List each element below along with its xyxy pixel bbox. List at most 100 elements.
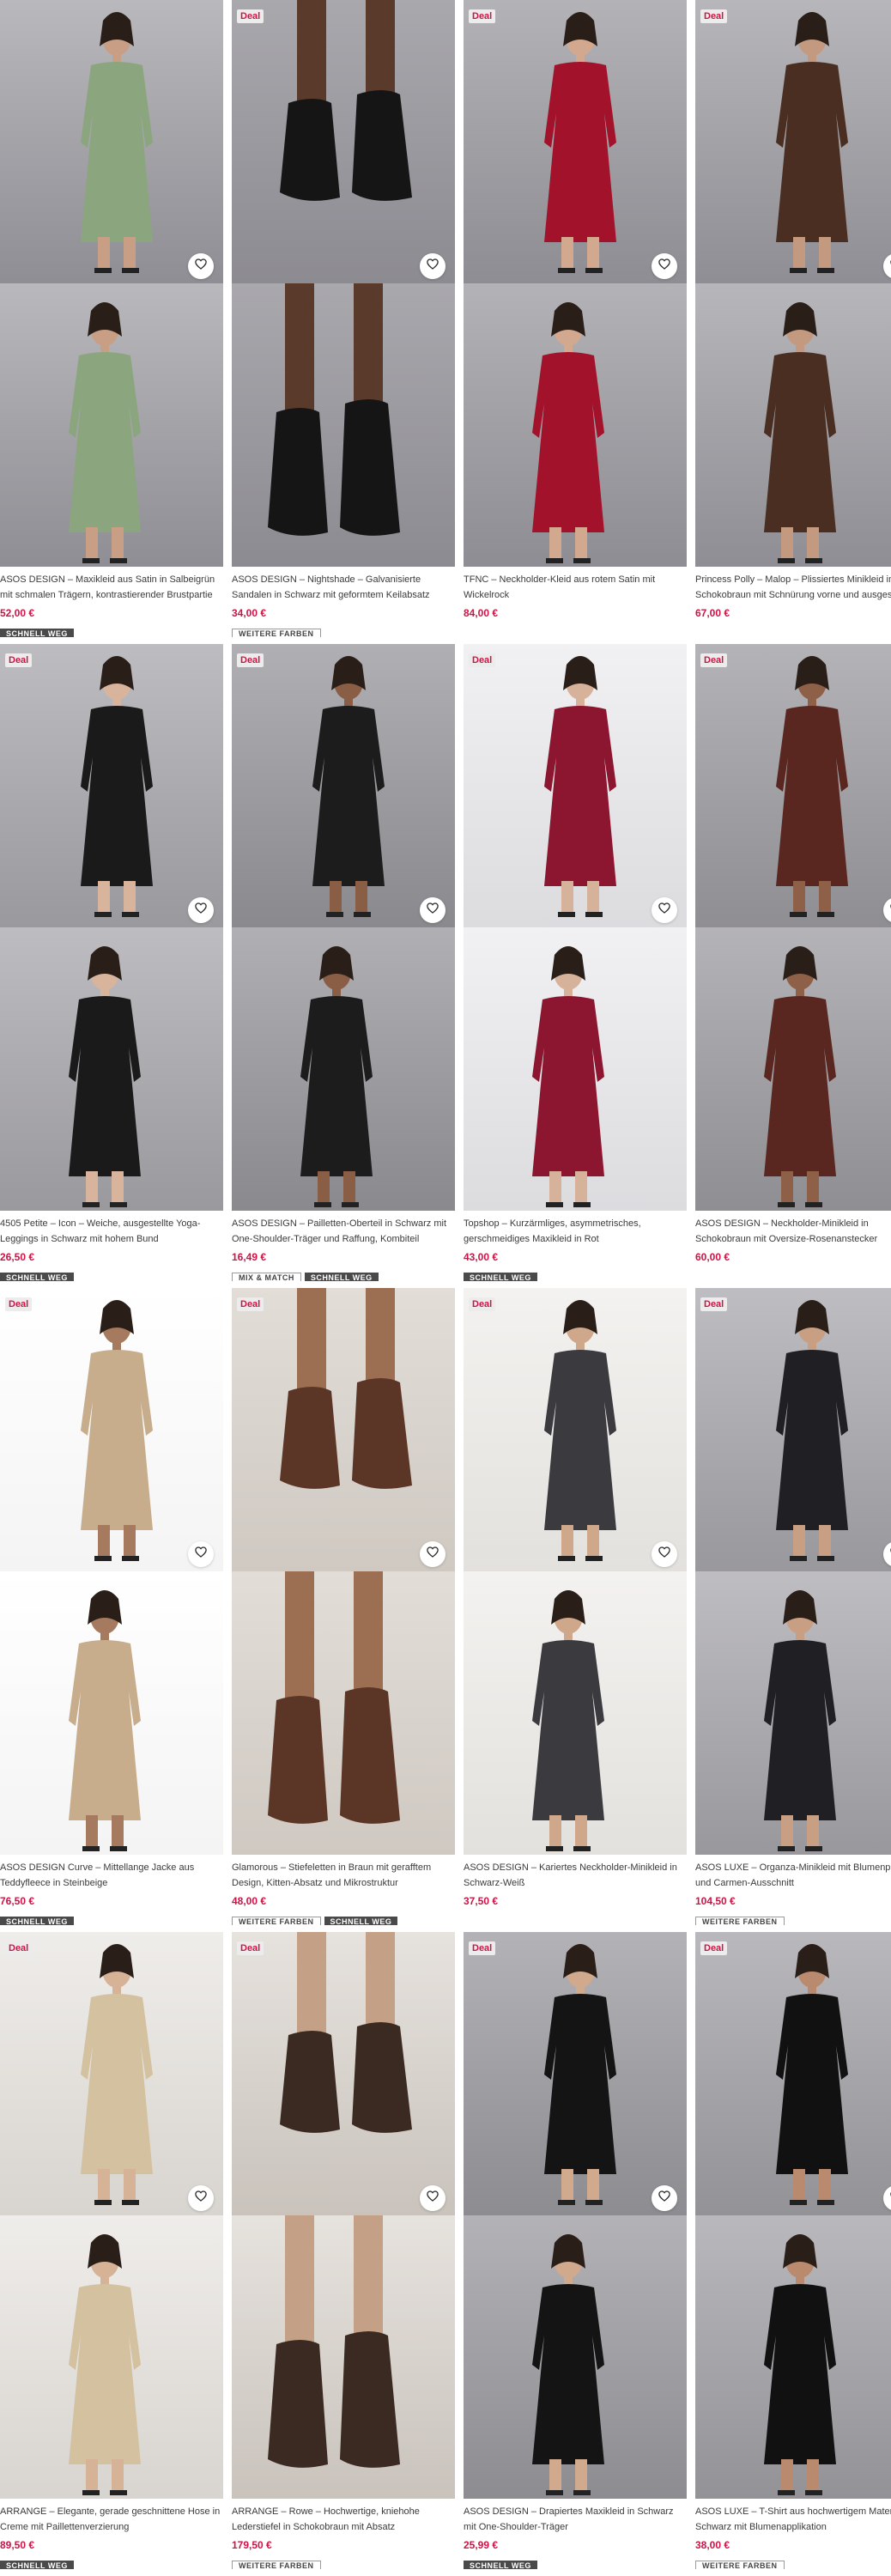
heart-icon bbox=[195, 2190, 207, 2206]
product-image[interactable]: Deal bbox=[232, 644, 455, 1211]
wishlist-button[interactable] bbox=[420, 253, 446, 279]
product-tags: WEITERE FARBEN SCHNELL WEG bbox=[232, 1913, 455, 1925]
product-price: 38,00 € bbox=[695, 2539, 730, 2551]
product-title[interactable]: ASOS DESIGN – Neckholder-Minikleid in Sch… bbox=[695, 1216, 891, 1249]
product-image[interactable]: Deal bbox=[695, 0, 891, 567]
heart-icon bbox=[195, 1546, 207, 1562]
product-tags: SCHNELL WEG bbox=[464, 1269, 687, 1281]
deal-badge: Deal bbox=[5, 1941, 33, 1955]
product-title[interactable]: Glamorous – Stiefeletten in Braun mit ge… bbox=[232, 1860, 455, 1893]
product-title[interactable]: ASOS DESIGN – Pailletten-Oberteil in Sch… bbox=[232, 1216, 455, 1249]
deal-badge: Deal bbox=[5, 653, 33, 667]
product-title-line: Teddyfleece in Steinbeige bbox=[0, 1878, 108, 1888]
product-price: 89,50 € bbox=[0, 2539, 35, 2551]
product-tag: SCHNELL WEG bbox=[0, 629, 74, 637]
product-title[interactable]: ASOS LUXE – T-Shirt aus hochwertigem Mat… bbox=[695, 2504, 891, 2537]
wishlist-button[interactable] bbox=[188, 2185, 214, 2211]
product-image[interactable]: Deal bbox=[464, 1932, 687, 2499]
product-image[interactable]: Deal bbox=[695, 644, 891, 1211]
product-title[interactable]: ASOS DESIGN – Drapiertes Maxikleid in Sc… bbox=[464, 2504, 687, 2537]
product-title-line: und Carmen-Ausschnitt bbox=[695, 1878, 794, 1888]
product-title-line: Schwarz-Weiß bbox=[464, 1878, 525, 1888]
product-image[interactable]: Deal bbox=[464, 0, 687, 567]
product-title-line: Creme mit Paillettenverzierung bbox=[0, 2522, 130, 2532]
product-image[interactable]: Deal bbox=[232, 0, 455, 567]
wishlist-button[interactable] bbox=[420, 2185, 446, 2211]
product-title[interactable]: ARRANGE – Elegante, gerade geschnittene … bbox=[0, 2504, 223, 2537]
product-image[interactable]: Deal bbox=[232, 1932, 455, 2499]
product-card[interactable]: Deal ASOS DESIGN – Drapiertes Maxikleid i… bbox=[464, 1932, 687, 2569]
product-image[interactable]: Deal bbox=[0, 644, 223, 1211]
product-image[interactable]: Deal bbox=[464, 644, 687, 1211]
product-title-line: Lederstiefel in Schokobraun mit Absatz bbox=[232, 2522, 396, 2532]
product-card[interactable]: Deal ASOS DESIGN Curve – Mittellange Jack… bbox=[0, 1288, 223, 1925]
heart-icon bbox=[195, 902, 207, 918]
product-title[interactable]: Princess Polly – Malop – Plissiertes Min… bbox=[695, 572, 891, 605]
heart-icon bbox=[427, 902, 439, 918]
deal-badge: Deal bbox=[700, 1297, 728, 1311]
product-title-line: Wickelrock bbox=[464, 590, 510, 600]
product-price: 37,50 € bbox=[464, 1895, 499, 1907]
product-title-line: Glamorous – Stiefeletten in Braun mit ge… bbox=[232, 1862, 432, 1873]
product-tag: SCHNELL WEG bbox=[0, 1273, 74, 1281]
wishlist-button[interactable] bbox=[652, 1541, 677, 1567]
product-title[interactable]: 4505 Petite – Icon – Weiche, ausgestellt… bbox=[0, 1216, 223, 1249]
product-price: 48,00 € bbox=[232, 1895, 267, 1907]
product-image[interactable]: Deal bbox=[0, 1288, 223, 1855]
product-title-line: mit schmalen Trägern, kontrastierender B… bbox=[0, 590, 213, 600]
product-card[interactable]: Deal ASOS DESIGN – Nightshade – Galvanisi… bbox=[232, 0, 455, 637]
product-card[interactable]: Deal ARRANGE – Rowe – Hochwertige, knieho… bbox=[232, 1932, 455, 2569]
product-card[interactable]: Deal 4505 Petite – Icon – Weiche, ausgest… bbox=[0, 644, 223, 1281]
product-title-line: Leggings in Schwarz mit hohem Bund bbox=[0, 1234, 159, 1244]
product-card[interactable]: Deal Glamorous – Stiefeletten in Braun mi… bbox=[232, 1288, 455, 1925]
product-title[interactable]: ASOS DESIGN – Nightshade – Galvanisierte… bbox=[232, 572, 455, 605]
product-card[interactable]: Deal TFNC – Neckholder-Kleid aus rotem Sa… bbox=[464, 0, 687, 637]
product-title[interactable]: ASOS DESIGN – Maxikleid aus Satin in Sal… bbox=[0, 572, 223, 605]
product-tags: WEITERE FARBEN bbox=[232, 2557, 455, 2569]
product-price: 60,00 € bbox=[695, 1251, 730, 1263]
product-card[interactable]: Deal ASOS LUXE – T-Shirt aus hochwertigem… bbox=[695, 1932, 891, 2569]
deal-badge: Deal bbox=[237, 1941, 264, 1955]
product-title[interactable]: Topshop – Kurzärmliges, asymmetrisches, g… bbox=[464, 1216, 687, 1249]
product-title[interactable]: TFNC – Neckholder-Kleid aus rotem Satin … bbox=[464, 572, 687, 605]
wishlist-button[interactable] bbox=[652, 2185, 677, 2211]
deal-badge: Deal bbox=[237, 653, 264, 667]
product-price: 179,50 € bbox=[232, 2539, 272, 2551]
wishlist-button[interactable] bbox=[420, 1541, 446, 1567]
product-card[interactable]: Deal ASOS DESIGN – Pailletten-Oberteil in… bbox=[232, 644, 455, 1281]
product-tags bbox=[464, 1913, 687, 1925]
product-card[interactable]: Deal Topshop – Kurzärmliges, asymmetrisch… bbox=[464, 644, 687, 1281]
deal-badge: Deal bbox=[237, 9, 264, 23]
wishlist-button[interactable] bbox=[188, 253, 214, 279]
wishlist-button[interactable] bbox=[652, 897, 677, 923]
product-card[interactable]: Deal ASOS DESIGN – Kariertes Neckholder-M… bbox=[464, 1288, 687, 1925]
product-card[interactable]: Deal ARRANGE – Elegante, gerade geschnitt… bbox=[0, 1932, 223, 2569]
product-card[interactable]: Deal Princess Polly – Malop – Plissiertes… bbox=[695, 0, 891, 637]
product-title[interactable]: ASOS LUXE – Organza-Minikleid mit Blumen… bbox=[695, 1860, 891, 1893]
product-title-line: ARRANGE – Elegante, gerade geschnittene … bbox=[0, 2506, 221, 2517]
product-image[interactable]: Deal bbox=[695, 1288, 891, 1855]
product-image[interactable]: Deal bbox=[232, 1288, 455, 1855]
product-card[interactable]: ASOS DESIGN – Maxikleid aus Satin in Sal… bbox=[0, 0, 223, 637]
product-tag: SCHNELL WEG bbox=[464, 1273, 537, 1281]
wishlist-button[interactable] bbox=[420, 897, 446, 923]
product-tags bbox=[695, 625, 891, 637]
product-card[interactable]: Deal ASOS LUXE – Organza-Minikleid mit Bl… bbox=[695, 1288, 891, 1925]
product-image[interactable]: Deal bbox=[0, 1932, 223, 2499]
product-tags: SCHNELL WEG bbox=[0, 1913, 223, 1925]
heart-icon bbox=[658, 902, 670, 918]
product-image[interactable]: Deal bbox=[695, 1932, 891, 2499]
product-title-line: ASOS DESIGN Curve – Mittellange Jacke au… bbox=[0, 1862, 195, 1873]
product-title[interactable]: ASOS DESIGN Curve – Mittellange Jacke au… bbox=[0, 1860, 223, 1893]
product-title[interactable]: ARRANGE – Rowe – Hochwertige, kniehohe Le… bbox=[232, 2504, 455, 2537]
product-image[interactable] bbox=[0, 0, 223, 567]
deal-badge: Deal bbox=[700, 9, 728, 23]
wishlist-button[interactable] bbox=[188, 1541, 214, 1567]
product-image[interactable]: Deal bbox=[464, 1288, 687, 1855]
product-title-line: ASOS DESIGN – Neckholder-Minikleid in bbox=[695, 1218, 869, 1229]
wishlist-button[interactable] bbox=[652, 253, 677, 279]
product-title[interactable]: ASOS DESIGN – Kariertes Neckholder-Minik… bbox=[464, 1860, 687, 1893]
product-title-line: gerschmeidiges Maxikleid in Rot bbox=[464, 1234, 599, 1244]
wishlist-button[interactable] bbox=[188, 897, 214, 923]
product-card[interactable]: Deal ASOS DESIGN – Neckholder-Minikleid i… bbox=[695, 644, 891, 1281]
